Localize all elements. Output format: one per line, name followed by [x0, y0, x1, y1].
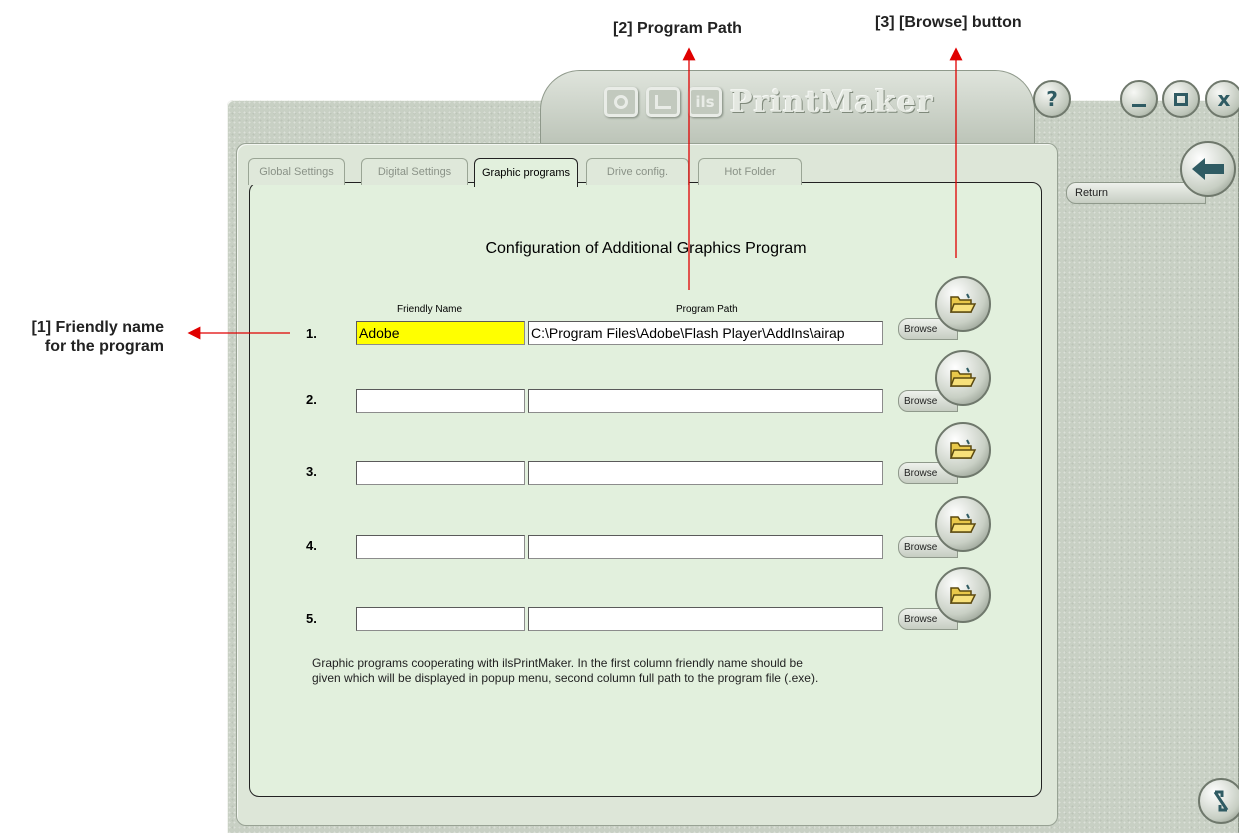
help-text-line: Graphic programs cooperating with ilsPri… — [312, 656, 803, 670]
maximize-icon — [1174, 92, 1188, 106]
row-number: 5. — [306, 611, 317, 626]
minimize-icon — [1132, 103, 1146, 107]
row-number: 1. — [306, 326, 317, 341]
browse-button[interactable] — [935, 422, 991, 478]
folder-open-icon — [949, 367, 977, 387]
row-number: 2. — [306, 392, 317, 407]
app-logo: ils PrintMaker — [604, 82, 934, 122]
annotation-browse-button: [3] [Browse] button — [875, 14, 1022, 31]
browse-button[interactable] — [935, 350, 991, 406]
crop-icon — [646, 87, 680, 117]
help-text: Graphic programs cooperating with ilsPri… — [312, 656, 912, 686]
folder-open-icon — [949, 293, 977, 313]
help-text-line: given which will be displayed in popup m… — [312, 671, 819, 685]
close-icon: x — [1217, 87, 1231, 111]
folder-open-icon — [949, 439, 977, 459]
program-path-input[interactable] — [528, 535, 883, 559]
resize-icon — [1213, 790, 1229, 812]
friendly-name-input[interactable] — [356, 535, 525, 559]
friendly-name-input[interactable] — [356, 607, 525, 631]
section-title: Configuration of Additional Graphics Pro… — [485, 240, 807, 257]
row-number: 4. — [306, 538, 317, 553]
friendly-name-input[interactable]: Adobe — [356, 321, 525, 345]
friendly-name-input[interactable] — [356, 461, 525, 485]
camera-icon — [604, 87, 638, 117]
resize-button[interactable] — [1198, 778, 1239, 824]
program-path-input[interactable] — [528, 389, 883, 413]
tab-content-area — [249, 182, 1042, 797]
annotation-program-path: [2] Program Path — [613, 20, 742, 37]
tab-graphic-programs[interactable]: Graphic programs — [474, 158, 578, 187]
tab-drive-config[interactable]: Drive config. — [586, 158, 689, 185]
tab-hot-folder[interactable]: Hot Folder — [698, 158, 802, 185]
annotation-friendly-name: [1] Friendly name for the program — [31, 319, 164, 355]
close-button[interactable]: x — [1205, 80, 1239, 118]
tab-digital-settings[interactable]: Digital Settings — [361, 158, 468, 185]
folder-open-icon — [949, 584, 977, 604]
program-path-input[interactable] — [528, 461, 883, 485]
folder-open-icon — [949, 513, 977, 533]
help-icon: ? — [1046, 87, 1058, 111]
row-number: 3. — [306, 464, 317, 479]
maximize-button[interactable] — [1162, 80, 1200, 118]
browse-button[interactable] — [935, 496, 991, 552]
column-header-program-path: Program Path — [676, 304, 738, 315]
ils-logo-icon: ils — [688, 87, 722, 117]
program-path-input[interactable]: C:\Program Files\Adobe\Flash Player\AddI… — [528, 321, 883, 345]
arrow-left-icon — [1192, 158, 1224, 180]
return-label: Return — [1075, 187, 1109, 199]
tab-global-settings[interactable]: Global Settings — [248, 158, 345, 185]
browse-button[interactable] — [935, 276, 991, 332]
program-path-input[interactable] — [528, 607, 883, 631]
app-title: PrintMaker — [730, 84, 934, 120]
help-button[interactable]: ? — [1033, 80, 1071, 118]
column-header-friendly-name: Friendly Name — [397, 304, 463, 315]
minimize-button[interactable] — [1120, 80, 1158, 118]
return-button[interactable] — [1180, 141, 1236, 197]
friendly-name-input[interactable] — [356, 389, 525, 413]
browse-button[interactable] — [935, 567, 991, 623]
